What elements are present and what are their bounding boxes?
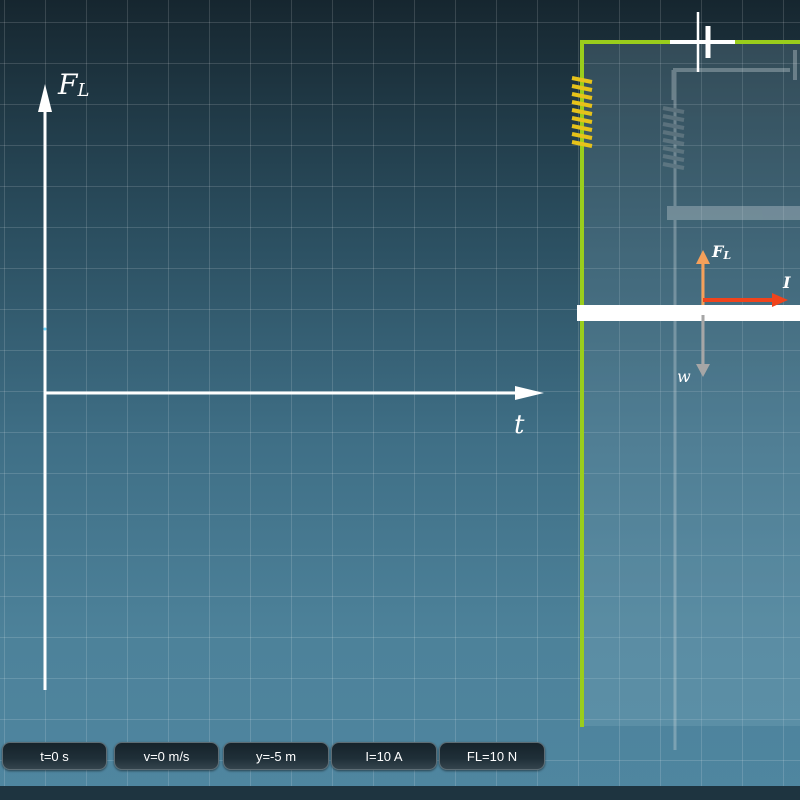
force-time-graph: FL t — [38, 68, 544, 690]
position-readout: y=-5 m — [223, 742, 329, 770]
spring-icon — [571, 76, 593, 148]
x-axis-arrowhead — [515, 386, 544, 400]
lorentz-force-arrow — [696, 250, 710, 305]
background-apparatus — [662, 50, 800, 750]
simulation-stage: FL t FL I w — [38, 12, 800, 750]
y-axis-arrowhead — [38, 84, 52, 112]
weight-arrow — [696, 315, 710, 377]
readout-bar: t=0 s v=0 m/s y=-5 m I=10 A FL=10 N — [0, 742, 800, 772]
force-label: FL — [711, 242, 731, 262]
force-readout: FL=10 N — [439, 742, 545, 770]
graph-data-point — [43, 327, 47, 331]
conducting-rod[interactable] — [577, 305, 800, 321]
velocity-readout: v=0 m/s — [114, 742, 219, 770]
current-arrow — [703, 293, 788, 307]
bottom-strip — [0, 786, 800, 800]
battery-icon — [670, 12, 735, 72]
x-axis-label: t — [514, 410, 525, 440]
current-label: I — [782, 273, 791, 292]
current-readout: I=10 A — [331, 742, 437, 770]
y-axis-label: FL — [57, 68, 89, 101]
time-readout: t=0 s — [2, 742, 107, 770]
weight-label: w — [677, 367, 691, 386]
